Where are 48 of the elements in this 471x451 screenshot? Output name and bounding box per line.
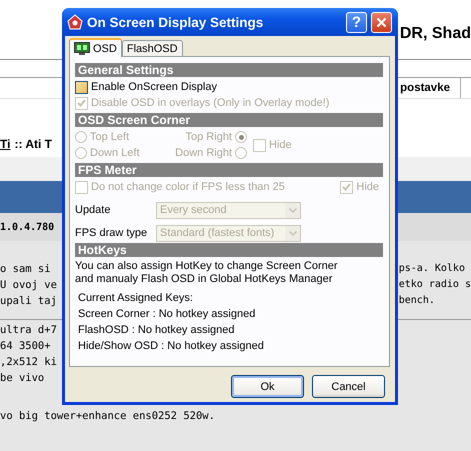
hotkey-line: Current Assigned Keys: [78, 291, 193, 306]
radio-label: Down Right [175, 147, 232, 159]
breadcrumb-text: :: Ati T [14, 137, 52, 151]
post-text: etko radio s [398, 278, 471, 292]
field-label: FPS draw type [75, 227, 148, 239]
section-header: FPS Meter [75, 163, 383, 177]
post-text: ultra d+7 [0, 323, 57, 338]
post-text: upali taj [0, 294, 57, 309]
column-header: postavke [400, 78, 461, 98]
checkbox[interactable] [75, 80, 88, 94]
post-text: ps-a. Kolko [398, 262, 465, 276]
version-text: 1.0.4.780 [0, 222, 54, 232]
hotkey-line: Hide/Show OSD : No hotkey assigned [78, 339, 264, 354]
page-heading: DR, Shad [400, 24, 471, 42]
tab[interactable]: OSD [69, 38, 122, 57]
tab[interactable]: FlashOSD [122, 40, 183, 56]
radio-label: Top Left [90, 131, 130, 143]
post-text: U ovoj ve [0, 278, 57, 293]
checkmark-icon [77, 99, 86, 107]
post-text: o sam si [0, 262, 51, 277]
window-title: On Screen Display Settings [87, 14, 264, 30]
close-icon [376, 16, 387, 28]
dialog-button[interactable]: Cancel [312, 375, 385, 398]
hotkey-line: Screen Corner : No hotkey assigned [78, 307, 256, 322]
post-text: bench. [398, 294, 435, 308]
post-text: 64 3500+ [0, 339, 51, 354]
radio-label: Down Left [90, 147, 140, 159]
post-text: vo big tower+enhance ens0252 520w. [0, 409, 215, 424]
checkbox-label: Enable OnScreen Display [91, 81, 217, 93]
hotkeys-description: You can also assign HotKey to change Screen Corner and manualy Flash OSD in Global HotKeys Manager [75, 260, 339, 286]
help-button[interactable]: ? [346, 12, 367, 32]
breadcrumb-link[interactable]: Ti [0, 137, 10, 151]
checkbox-label: Hide [356, 181, 379, 193]
section-header: OSD Screen Corner [75, 113, 383, 127]
checkbox-label: Disable OSD in overlays (Only in Overlay mode!) [91, 97, 330, 109]
radio-label: Top Right [186, 131, 232, 143]
close-button[interactable] [371, 12, 392, 32]
checkbox-label: Do not change color if FPS less than 25 [91, 181, 285, 193]
post-text: be vivo [0, 371, 44, 386]
field-label: Update [75, 204, 112, 216]
dialog-button[interactable]: Ok [231, 375, 304, 398]
app-icon [67, 14, 83, 30]
section-header: General Settings [75, 63, 383, 77]
post-text: ,2x512 ki [0, 355, 57, 370]
checkbox-label: Hide [269, 139, 292, 151]
hotkey-line: FlashOSD : No hotkey assigned [78, 323, 235, 338]
checkmark-icon [342, 183, 352, 191]
section-header: HotKeys [75, 243, 383, 257]
